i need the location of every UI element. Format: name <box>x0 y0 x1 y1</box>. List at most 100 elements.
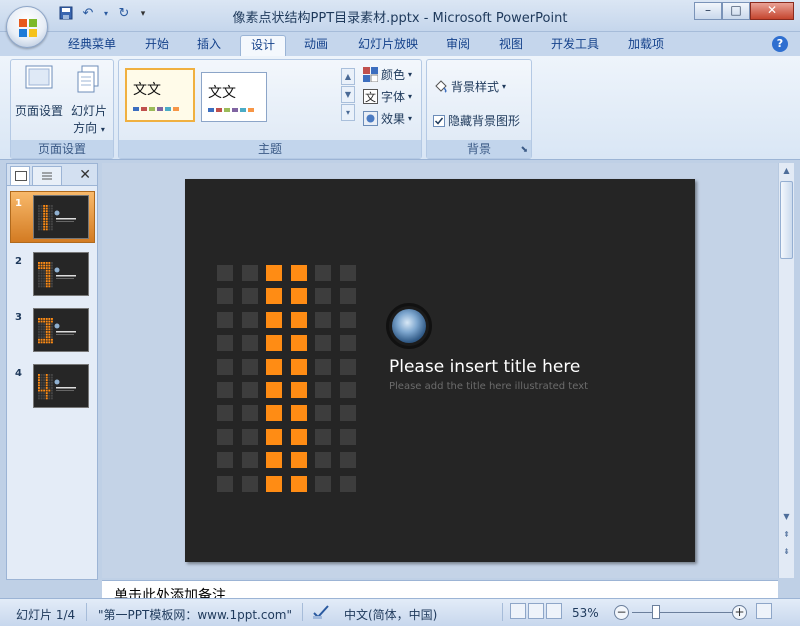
thumbnail-pixel <box>38 333 40 336</box>
thumbnail-pixel <box>43 212 46 215</box>
tab-slideshow[interactable]: 幻灯片放映 <box>350 35 426 56</box>
theme-color-swatch <box>173 107 179 111</box>
thumbnail-pixel <box>38 331 40 333</box>
theme-colors-button[interactable]: 颜色 ▾ <box>363 66 412 83</box>
thumbnail-pixel <box>51 277 53 280</box>
zoom-level[interactable]: 53% <box>572 606 599 620</box>
slide-thumbnail-2[interactable] <box>33 252 89 296</box>
outline-tab[interactable] <box>32 166 62 185</box>
normal-view-button[interactable] <box>510 603 526 619</box>
orange-pixel-square <box>290 405 307 422</box>
thumbnail-2-graphic <box>38 262 76 288</box>
dialog-launcher-icon[interactable]: ⬊ <box>520 145 528 155</box>
slide-thumbnail-1[interactable] <box>33 195 89 239</box>
avatar[interactable] <box>386 303 432 349</box>
thumbnail-pixel <box>43 397 46 400</box>
fit-to-window-icon[interactable] <box>756 603 772 619</box>
theme-colors-icon <box>363 67 378 82</box>
slide-editing-area: Please insert title here Please add the … <box>102 163 778 578</box>
status-separator <box>302 603 303 621</box>
language-indicator[interactable]: 中文(简体，中国) <box>344 606 437 623</box>
thumbnail-subtitle-line <box>56 334 74 335</box>
slide-thumbnail-4[interactable] <box>33 364 89 408</box>
tab-view[interactable]: 视图 <box>490 35 532 56</box>
orange-pixel-square <box>290 475 307 492</box>
thumbnail-pixel <box>51 376 53 379</box>
slide-canvas[interactable]: Please insert title here Please add the … <box>185 179 695 562</box>
slides-tab[interactable] <box>10 166 30 185</box>
theme-color-swatch <box>240 108 246 112</box>
thumbnail-pixel <box>43 218 46 220</box>
thumbnail-pixel <box>51 323 53 326</box>
thumbnail-pixel <box>51 328 53 331</box>
thumbnail-subtitle-line <box>56 390 74 391</box>
thumbnail-avatar <box>54 210 60 216</box>
slide-thumbnail-3[interactable] <box>33 308 89 352</box>
zoom-slider-thumb[interactable] <box>652 605 660 619</box>
tab-animations[interactable]: 动画 <box>294 35 338 56</box>
tab-classic-menu[interactable]: 经典菜单 <box>60 35 124 56</box>
page-setup-button[interactable]: 页面设置 <box>15 64 63 124</box>
tab-developer[interactable]: 开发工具 <box>542 35 608 56</box>
thumbnail-title-line <box>56 218 76 220</box>
office-button[interactable] <box>6 6 48 48</box>
help-icon[interactable]: ? <box>772 36 788 52</box>
theme-thumbnail-1[interactable]: 文文 <box>125 68 195 122</box>
thumbnail-pixel <box>45 225 48 228</box>
thumbnail-pixel <box>45 220 48 223</box>
tab-addins[interactable]: 加载项 <box>618 35 674 56</box>
thumbnail-pixel <box>45 374 48 376</box>
scrollbar-thumb[interactable] <box>780 181 793 259</box>
tab-design[interactable]: 设计 <box>240 35 286 56</box>
theme-effects-button[interactable]: 效果 ▾ <box>363 110 412 127</box>
theme-1-color-bars <box>133 107 179 111</box>
thumbnail-pixel <box>40 394 43 397</box>
zoom-out-button[interactable]: − <box>614 605 629 620</box>
slide-sorter-view-button[interactable] <box>528 603 544 619</box>
close-button[interactable]: ✕ <box>750 2 794 20</box>
scroll-up-icon[interactable]: ▲ <box>779 163 794 178</box>
zoom-in-button[interactable]: + <box>732 605 747 620</box>
background-styles-button[interactable]: 背景样式 ▾ <box>433 78 506 95</box>
spell-check-icon[interactable] <box>312 604 330 623</box>
maximize-button[interactable]: □ <box>722 2 750 20</box>
thumbnail-pixel <box>43 336 46 339</box>
thumbnail-pixel <box>45 212 48 215</box>
tab-insert[interactable]: 插入 <box>188 35 230 56</box>
thumbnail-pixel <box>48 394 51 397</box>
slide-orientation-button[interactable]: 幻灯片 方向 ▾ <box>67 64 111 136</box>
background-group-label: 背景 <box>427 140 531 158</box>
slide-subtitle[interactable]: Please add the title here illustrated te… <box>389 381 588 392</box>
thumbnail-pixel <box>38 336 40 339</box>
thumbnail-pixel <box>51 374 53 376</box>
gallery-up-icon[interactable]: ▲ <box>341 68 355 85</box>
minimize-button[interactable]: – <box>694 2 722 20</box>
thumbnail-pixel <box>45 280 48 283</box>
gray-pixel-square <box>241 475 258 492</box>
hide-background-graphics-checkbox[interactable]: 隐藏背景图形 <box>433 112 520 129</box>
notes-pane[interactable]: 单击此处添加备注 <box>102 580 778 598</box>
slide-orientation-label-line2: 方向 <box>73 121 98 135</box>
vertical-scrollbar[interactable]: ▲ ▼ ⇞ ⇟ <box>778 163 794 578</box>
theme-1-text: 文文 <box>133 82 161 98</box>
tab-review[interactable]: 审阅 <box>436 35 480 56</box>
gallery-down-icon[interactable]: ▼ <box>341 86 355 103</box>
theme-thumbnail-2[interactable]: 文文 <box>201 72 267 122</box>
thumbnail-pixel <box>43 272 46 275</box>
slideshow-view-button[interactable] <box>546 603 562 619</box>
previous-slide-icon[interactable]: ⇞ <box>779 527 794 542</box>
tab-home[interactable]: 开始 <box>136 35 178 56</box>
orange-pixel-square <box>266 358 282 375</box>
checkbox-checked-icon[interactable] <box>433 114 445 127</box>
thumbnail-pixel <box>40 328 43 331</box>
zoom-slider-track[interactable] <box>632 612 732 613</box>
slide-title[interactable]: Please insert title here <box>389 357 580 377</box>
thumbnail-pixel <box>40 277 43 280</box>
theme-fonts-button[interactable]: 文 字体 ▾ <box>363 88 412 105</box>
next-slide-icon[interactable]: ⇟ <box>779 544 794 559</box>
scroll-down-icon[interactable]: ▼ <box>779 509 794 524</box>
close-pane-icon[interactable]: ✕ <box>79 167 91 183</box>
thumbnail-pixel <box>43 325 46 328</box>
orange-pixel-square <box>266 452 282 469</box>
gallery-more-icon[interactable]: ▾ <box>341 104 355 121</box>
